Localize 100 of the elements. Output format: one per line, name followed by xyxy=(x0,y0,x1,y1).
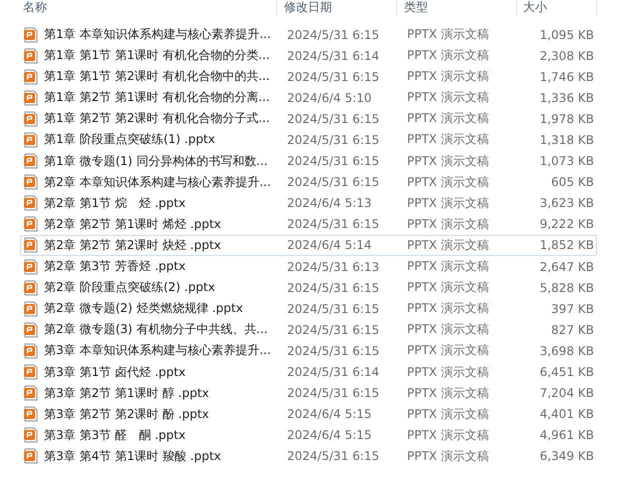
modified-date: 2024/5/31 6:15 xyxy=(287,302,380,316)
file-size: 1,073 KB xyxy=(538,154,594,168)
file-row[interactable]: 第1章 第2节 第2课时 有机化合物分子式... 2024/5/31 6:15 PPTX 演示文稿 1,978 KB xyxy=(20,108,597,130)
file-row[interactable]: 第1章 第1节 第1课时 有机化合物的分类... 2024/5/31 6:14 PPTX 演示文稿 2,308 KB xyxy=(20,45,597,66)
file-row[interactable]: 第2章 第2节 第2课时 炔烃 .pptx 2024/6/4 5:14 PPTX 演示文稿 1,852 KB xyxy=(20,234,597,256)
file-type: PPTX 演示文稿 xyxy=(407,236,490,254)
file-type: PPTX 演示文稿 xyxy=(407,426,490,444)
presentation-file-icon xyxy=(24,216,38,232)
file-type: PPTX 演示文稿 xyxy=(407,68,490,86)
file-row[interactable]: 第3章 第2节 第2课时 酚 .pptx 2024/6/4 5:15 PPTX 演示文稿 4,401 KB xyxy=(20,404,597,425)
file-name: 第1章 本章知识体系构建与核心素养提升... xyxy=(44,26,272,43)
file-row[interactable]: 第1章 第2节 第1课时 有机化合物的分离... 2024/6/4 5:10 PPTX 演示文稿 1,336 KB xyxy=(20,87,597,108)
file-type: PPTX 演示文稿 xyxy=(407,194,490,212)
modified-date: 2024/6/4 5:15 xyxy=(287,428,373,442)
presentation-file-icon xyxy=(24,48,38,64)
file-type: PPTX 演示文稿 xyxy=(407,26,490,43)
modified-date: 2024/5/31 6:13 xyxy=(287,260,380,274)
modified-date: 2024/5/31 6:15 xyxy=(287,28,380,42)
file-type: PPTX 演示文稿 xyxy=(407,321,490,338)
file-name: 第2章 第3节 芳香烃 .pptx xyxy=(44,258,187,276)
file-row[interactable]: 第3章 第1节 卤代烃 .pptx 2024/5/31 6:14 PPTX 演示文稿 6,451 KB xyxy=(20,362,597,382)
file-size: 9,222 KB xyxy=(538,217,594,232)
presentation-file-icon xyxy=(24,427,38,444)
presentation-file-icon xyxy=(24,237,38,254)
file-row[interactable]: 第2章 第1节 烷 烃 .pptx 2024/6/4 5:13 PPTX 演示文稿 3,623 KB xyxy=(20,192,597,214)
presentation-file-icon xyxy=(24,342,38,359)
presentation-file-icon xyxy=(24,174,38,190)
file-size: 3,698 KB xyxy=(538,344,594,358)
presentation-file-icon xyxy=(24,364,38,380)
file-name: 第1章 第1节 第1课时 有机化合物的分类... xyxy=(44,47,271,64)
file-name: 第3章 第3节 醛 酮 .pptx xyxy=(44,426,187,444)
file-row[interactable]: 第3章 第3节 醛 酮 .pptx 2024/6/4 5:15 PPTX 演示文稿 4,961 KB xyxy=(20,424,597,446)
file-size: 1,095 KB xyxy=(538,28,594,42)
file-name: 第3章 第2节 第2课时 酚 .pptx xyxy=(44,406,210,423)
file-type: PPTX 演示文稿 xyxy=(407,89,490,106)
file-row[interactable]: 第1章 阶段重点突破练(1) .pptx 2024/5/31 6:15 PPTX 演示文稿 1,318 KB xyxy=(20,129,597,150)
modified-date: 2024/5/31 6:15 xyxy=(287,217,380,232)
file-row[interactable]: 第2章 本章知识体系构建与核心素养提升... 2024/5/31 6:15 PPTX 演示文稿 605 KB xyxy=(20,172,597,193)
file-name: 第1章 第1节 第2课时 有机化合物中的共... xyxy=(44,68,271,86)
presentation-file-icon xyxy=(24,258,38,275)
file-size: 1,852 KB xyxy=(538,238,594,252)
file-type: PPTX 演示文稿 xyxy=(407,279,490,296)
column-header[interactable]: 大小 xyxy=(517,0,597,16)
file-row[interactable]: 第3章 第2节 第1课时 醇 .pptx 2024/5/31 6:15 PPTX 演示文稿 7,204 KB xyxy=(20,382,597,404)
presentation-file-icon xyxy=(24,300,38,317)
presentation-file-icon xyxy=(24,448,38,464)
modified-date: 2024/6/4 5:10 xyxy=(287,90,373,105)
file-size: 4,401 KB xyxy=(538,407,594,422)
file-row[interactable]: 第2章 微专题(3) 有机物分子中共线、共... 2024/5/31 6:15 PPTX 演示文稿 827 KB xyxy=(20,319,597,340)
file-size: 2,647 KB xyxy=(538,260,594,274)
file-name: 第2章 微专题(3) 有机物分子中共线、共... xyxy=(44,321,269,338)
file-type: PPTX 演示文稿 xyxy=(407,300,490,318)
file-type: PPTX 演示文稿 xyxy=(407,448,490,465)
file-type: PPTX 演示文稿 xyxy=(407,131,490,148)
file-name: 第3章 本章知识体系构建与核心素养提升... xyxy=(44,342,272,360)
file-row[interactable]: 第1章 本章知识体系构建与核心素养提升... 2024/5/31 6:15 PPTX 演示文稿 1,095 KB xyxy=(20,24,597,45)
file-size: 605 KB xyxy=(550,175,594,190)
file-type: PPTX 演示文稿 xyxy=(407,406,490,423)
presentation-file-icon xyxy=(24,90,38,106)
file-row[interactable]: 第2章 微专题(2) 烃类燃烧规律 .pptx 2024/5/31 6:15 PPTX 演示文稿 397 KB xyxy=(20,298,597,320)
presentation-file-icon xyxy=(24,26,38,42)
modified-date: 2024/5/31 6:14 xyxy=(287,365,380,379)
presentation-file-icon xyxy=(24,195,38,212)
file-name: 第2章 第2节 第1课时 烯烃 .pptx xyxy=(44,216,222,233)
file-type: PPTX 演示文稿 xyxy=(407,174,490,191)
file-size: 3,623 KB xyxy=(538,196,594,210)
file-name: 第3章 第4节 第1课时 羧酸 .pptx xyxy=(44,448,222,465)
modified-date: 2024/6/4 5:13 xyxy=(287,196,373,210)
file-name: 第3章 第2节 第1课时 醇 .pptx xyxy=(44,384,210,402)
file-type: PPTX 演示文稿 xyxy=(407,258,490,276)
column-header[interactable]: 名称 xyxy=(20,0,277,16)
modified-date: 2024/5/31 6:15 xyxy=(287,449,380,464)
file-size: 4,961 KB xyxy=(538,428,594,442)
file-type: PPTX 演示文稿 xyxy=(407,152,490,170)
presentation-file-icon xyxy=(24,280,38,296)
file-name: 第2章 第1节 烷 烃 .pptx xyxy=(44,194,187,212)
presentation-file-icon xyxy=(24,68,38,85)
file-row[interactable]: 第2章 第3节 芳香烃 .pptx 2024/5/31 6:13 PPTX 演示文稿 2,647 KB xyxy=(20,256,597,278)
file-name: 第1章 微专题(1) 同分异构体的书写和数... xyxy=(44,152,269,170)
modified-date: 2024/5/31 6:14 xyxy=(287,48,380,63)
file-name: 第2章 第2节 第2课时 炔烃 .pptx xyxy=(44,236,222,254)
file-row[interactable]: 第2章 阶段重点突破练(2) .pptx 2024/5/31 6:15 PPTX 演示文稿 5,828 KB xyxy=(20,277,597,298)
file-row[interactable]: 第2章 第2节 第1课时 烯烃 .pptx 2024/5/31 6:15 PPTX 演示文稿 9,222 KB xyxy=(20,214,597,235)
file-name: 第2章 微专题(2) 烃类燃烧规律 .pptx xyxy=(44,300,244,318)
file-size: 6,451 KB xyxy=(538,365,594,379)
presentation-file-icon xyxy=(24,110,38,127)
presentation-file-icon xyxy=(24,385,38,402)
file-size: 1,336 KB xyxy=(538,90,594,105)
file-size: 1,978 KB xyxy=(538,112,594,126)
column-header[interactable]: 修改日期 xyxy=(277,0,397,16)
file-name: 第1章 第2节 第2课时 有机化合物分子式... xyxy=(44,110,271,128)
file-name: 第2章 本章知识体系构建与核心素养提升... xyxy=(44,174,272,191)
file-row[interactable]: 第3章 本章知识体系构建与核心素养提升... 2024/5/31 6:15 PPTX 演示文稿 3,698 KB xyxy=(20,340,597,362)
file-size: 5,828 KB xyxy=(538,280,594,295)
file-row[interactable]: 第3章 第4节 第1课时 羧酸 .pptx 2024/5/31 6:15 PPTX 演示文稿 6,349 KB xyxy=(20,446,597,467)
file-row[interactable]: 第1章 第1节 第2课时 有机化合物中的共... 2024/5/31 6:15 PPTX 演示文稿 1,746 KB xyxy=(20,66,597,88)
column-header[interactable]: 类型 xyxy=(397,0,517,16)
file-size: 397 KB xyxy=(550,302,594,316)
modified-date: 2024/6/4 5:14 xyxy=(287,238,373,252)
file-row[interactable]: 第1章 微专题(1) 同分异构体的书写和数... 2024/5/31 6:15 PPTX 演示文稿 1,073 KB xyxy=(20,150,597,172)
